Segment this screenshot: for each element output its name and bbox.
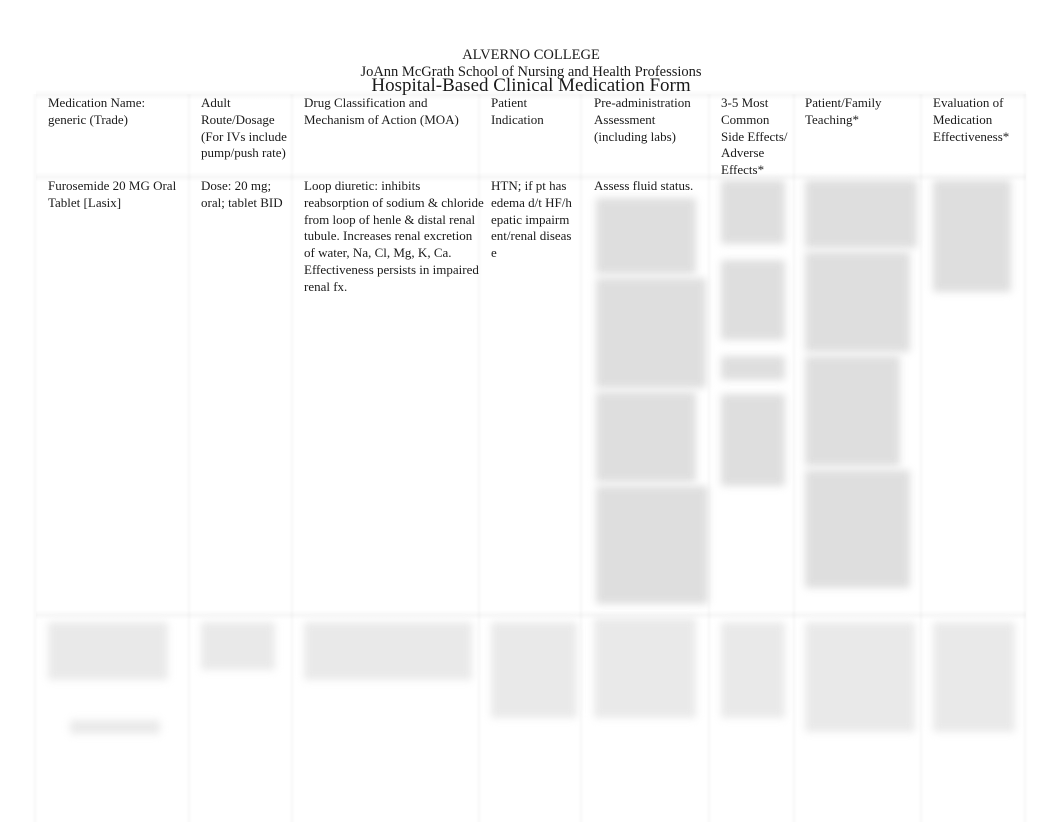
cell-route-dosage: Dose: 20 mg; oral; tablet BID — [201, 178, 283, 210]
cell-pre-assessment: Assess fluid status. — [594, 178, 694, 193]
row-divider — [36, 610, 1026, 620]
column-header-side-effects: 3-5 Most Common Side Effects/ Adverse Ef… — [721, 95, 788, 178]
cell-classification: Loop diuretic: inhibits reabsorption of … — [304, 178, 484, 294]
cell-medication: Furosemide 20 MG Oral Tablet [Lasix] — [48, 178, 177, 210]
column-divider — [32, 94, 38, 822]
column-header-route-dosage: Adult Route/Dosage (For IVs include pump… — [201, 95, 287, 161]
column-divider — [578, 94, 584, 822]
column-divider — [1022, 94, 1028, 822]
college-name: ALVERNO COLLEGE — [462, 47, 600, 63]
column-header-teaching: Patient/Family Teaching* — [805, 95, 882, 127]
column-divider — [791, 94, 797, 822]
column-header-evaluation: Evaluation of Medication Effectiveness* — [933, 95, 1010, 144]
column-header-medication: Medication Name: generic (Trade) — [48, 95, 146, 127]
column-divider — [918, 94, 924, 822]
column-header-indication: Patient Indication — [491, 95, 544, 127]
cell-indication: HTN; if pt has edema d/t HF/hepatic impa… — [491, 178, 572, 261]
medication-table: Medication Name: generic (Trade) Adult R… — [32, 90, 1028, 822]
column-header-pre-assessment: Pre-administration Assessment (including… — [594, 95, 691, 144]
column-divider — [706, 94, 712, 822]
column-header-classification: Drug Classification and Mechanism of Act… — [304, 95, 459, 127]
